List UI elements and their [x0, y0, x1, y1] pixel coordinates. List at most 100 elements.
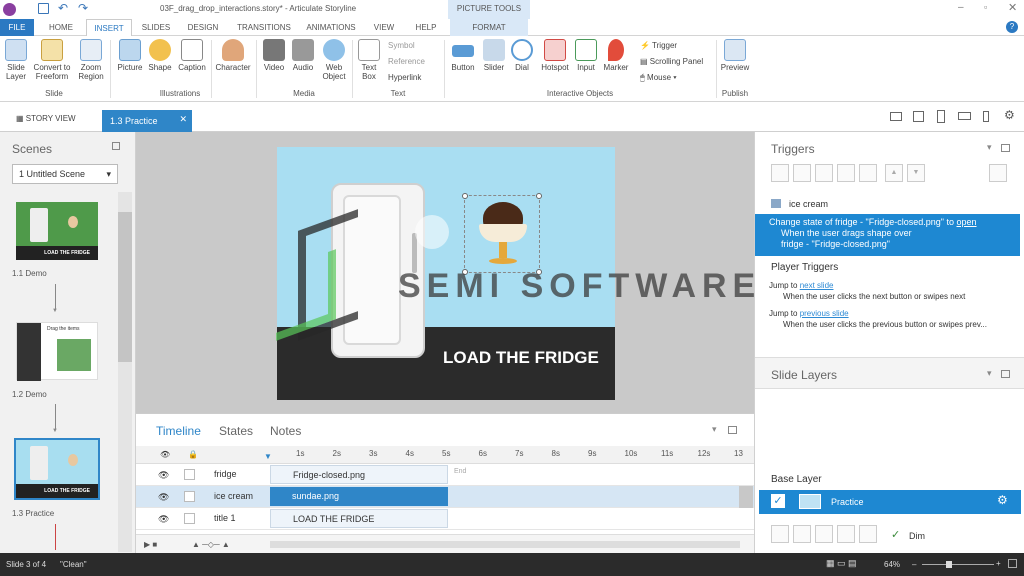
- tab-transitions[interactable]: TRANSITIONS: [230, 19, 298, 36]
- tab-timeline[interactable]: Timeline: [156, 424, 201, 438]
- trigger-item-next[interactable]: Jump to next slide When the user clicks …: [769, 280, 965, 302]
- close-button[interactable]: ✕: [1008, 1, 1017, 14]
- preview-button[interactable]: Preview: [719, 39, 751, 72]
- collapse-icon[interactable]: ▾: [987, 142, 992, 153]
- video-button[interactable]: Video: [260, 39, 288, 72]
- horizontal-scrollbar[interactable]: [270, 541, 740, 548]
- dial-button[interactable]: Dial: [508, 39, 536, 72]
- sundae-image[interactable]: [462, 193, 542, 275]
- next-slide-link[interactable]: next slide: [800, 281, 834, 290]
- zoom-thumb[interactable]: [946, 561, 952, 568]
- audio-button[interactable]: Audio: [288, 39, 318, 72]
- zoom-slider-icon[interactable]: ▲ ─◇─ ▲: [192, 540, 230, 549]
- zoom-slider[interactable]: [922, 564, 994, 565]
- tab-states[interactable]: States: [219, 424, 253, 438]
- timeline-scrollbar[interactable]: [739, 486, 753, 508]
- layer-practice[interactable]: ✓ Practice ⚙: [759, 490, 1021, 514]
- previous-slide-link[interactable]: previous slide: [800, 309, 849, 318]
- hyperlink-button[interactable]: Hyperlink: [388, 73, 421, 82]
- phone-portrait-icon[interactable]: [983, 111, 989, 122]
- slider-button[interactable]: Slider: [480, 39, 508, 72]
- slide-heading[interactable]: LOAD THE FRIDGE: [443, 348, 599, 368]
- mouse-button[interactable]: 🖱 Mouse ▾: [640, 73, 677, 83]
- hotspot-button[interactable]: Hotspot: [538, 39, 572, 72]
- lock-checkbox[interactable]: [184, 491, 195, 502]
- edit-trigger-button[interactable]: [793, 164, 811, 182]
- tab-slides[interactable]: SLIDES: [136, 19, 176, 36]
- playhead[interactable]: ▼: [264, 452, 272, 461]
- restore-icon[interactable]: [1001, 144, 1010, 152]
- lock-checkbox[interactable]: [184, 469, 195, 480]
- tab-insert[interactable]: INSERT: [86, 19, 132, 36]
- trigger-open-link[interactable]: open: [957, 217, 977, 227]
- caption-button[interactable]: Caption: [176, 39, 208, 72]
- check-icon[interactable]: ✓: [771, 494, 785, 508]
- slide-thumb-3[interactable]: LOAD THE FRIDGE: [14, 438, 100, 500]
- tablet-portrait-icon[interactable]: [937, 110, 945, 123]
- input-button[interactable]: Input: [572, 39, 600, 72]
- timeline-bar[interactable]: sundae.png: [270, 487, 448, 506]
- timeline-row-1[interactable]: 👁 fridge Fridge-closed.png End: [136, 464, 754, 486]
- close-tab-icon[interactable]: ✕: [179, 114, 187, 125]
- move-up-button[interactable]: ▲: [885, 164, 903, 182]
- tab-animations[interactable]: ANIMATIONS: [300, 19, 362, 36]
- gear-icon[interactable]: ⚙: [1004, 108, 1015, 122]
- tab-current-slide[interactable]: 1.3 Practice ✕: [102, 110, 192, 132]
- new-trigger-button[interactable]: [771, 164, 789, 182]
- timeline-restore-icon[interactable]: [728, 426, 737, 434]
- minimize-button[interactable]: –: [958, 2, 964, 13]
- layers-restore-icon[interactable]: [1001, 370, 1010, 378]
- visibility-icon[interactable]: 👁: [158, 470, 169, 481]
- delete-trigger-button[interactable]: [859, 164, 877, 182]
- shape-button[interactable]: Shape: [146, 39, 174, 72]
- lock-checkbox[interactable]: [184, 513, 195, 524]
- help-icon[interactable]: ?: [1006, 21, 1018, 33]
- slide-layer-button[interactable]: Slide Layer: [4, 39, 28, 81]
- tab-format[interactable]: FORMAT: [450, 19, 528, 36]
- trigger-item-prev[interactable]: Jump to previous slide When the user cli…: [769, 308, 987, 330]
- layer-gear-icon[interactable]: ⚙: [997, 493, 1008, 507]
- scenes-scrollbar[interactable]: [118, 192, 132, 552]
- text-box-button[interactable]: Text Box: [355, 39, 383, 81]
- layers-collapse-icon[interactable]: ▾: [987, 368, 992, 379]
- dim-checkbox[interactable]: ✓: [891, 528, 900, 541]
- tablet-landscape-icon[interactable]: [913, 111, 924, 122]
- variables-button[interactable]: [989, 164, 1007, 182]
- undo-icon[interactable]: ↶: [58, 1, 68, 15]
- zoom-out-button[interactable]: –: [912, 560, 916, 569]
- visibility-icon[interactable]: 👁: [158, 514, 169, 525]
- trigger-button[interactable]: ⚡ Trigger: [640, 41, 677, 50]
- fit-window-icon[interactable]: [1008, 559, 1017, 568]
- duplicate-layer-button[interactable]: [793, 525, 811, 543]
- button-button[interactable]: Button: [447, 39, 479, 72]
- new-layer-button[interactable]: [771, 525, 789, 543]
- web-object-button[interactable]: Web Object: [318, 39, 350, 81]
- save-icon[interactable]: [38, 3, 49, 14]
- slide-thumb-1[interactable]: LOAD THE FRIDGE: [16, 202, 98, 260]
- tab-notes[interactable]: Notes: [270, 424, 301, 438]
- tab-help[interactable]: HELP: [406, 19, 446, 36]
- panel-restore-icon[interactable]: [112, 142, 120, 150]
- timeline-bar[interactable]: Fridge-closed.png: [270, 465, 448, 484]
- timeline-collapse-icon[interactable]: ▾: [712, 424, 717, 435]
- copy-trigger-button[interactable]: [815, 164, 833, 182]
- tab-file[interactable]: FILE: [0, 19, 34, 36]
- timeline-row-3[interactable]: 👁 title 1 LOAD THE FRIDGE: [136, 508, 754, 530]
- zoom-in-button[interactable]: +: [996, 559, 1001, 568]
- tab-home[interactable]: HOME: [40, 19, 82, 36]
- scene-selector[interactable]: 1 Untitled Scene ▾: [12, 164, 118, 184]
- timeline-bar[interactable]: LOAD THE FRIDGE: [270, 509, 448, 528]
- view-mode-icons[interactable]: ▦ ▭ ▤: [826, 558, 857, 569]
- visibility-icon[interactable]: 👁: [158, 492, 169, 503]
- play-icon[interactable]: ▶ ■: [144, 540, 157, 549]
- desktop-preview-icon[interactable]: [890, 112, 902, 121]
- redo-icon[interactable]: ↷: [78, 1, 88, 15]
- reference-button[interactable]: Reference: [388, 57, 425, 66]
- tab-view[interactable]: VIEW: [366, 19, 402, 36]
- move-down-button[interactable]: ▼: [907, 164, 925, 182]
- phone-landscape-icon[interactable]: [958, 112, 971, 120]
- paste-layer-button[interactable]: [837, 525, 855, 543]
- trigger-item-selected[interactable]: Change state of fridge - "Fridge-closed.…: [755, 214, 1020, 256]
- marker-button[interactable]: Marker: [600, 39, 632, 72]
- picture-button[interactable]: Picture: [114, 39, 146, 72]
